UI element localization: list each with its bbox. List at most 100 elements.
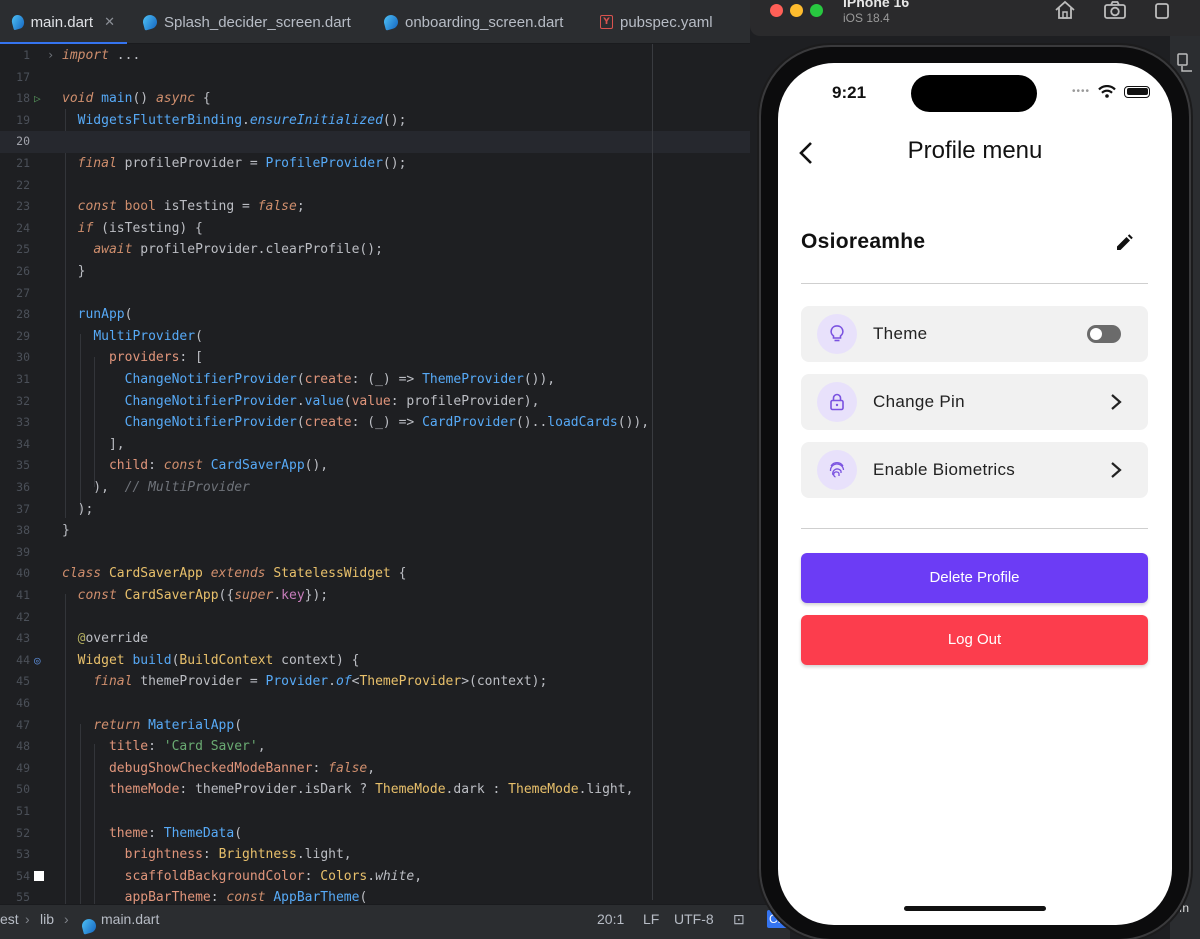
tab-label: pubspec.yaml (620, 13, 713, 31)
tab-splash-decider[interactable]: Splash_decider_screen.dart (131, 0, 363, 44)
code-line: 24 if (isTesting) { (16, 220, 203, 236)
yaml-file-icon: Y (600, 15, 613, 29)
signal-icon: •••• (1071, 86, 1090, 97)
code-line: 55 appBarTheme: const AppBarTheme( (16, 890, 368, 904)
code-line: 1 › import ... (0, 45, 750, 67)
code-line: 17 (16, 69, 30, 84)
home-indicator (904, 906, 1046, 911)
code-line: 26 } (16, 264, 86, 279)
notifications-icon[interactable]: ⊡ (733, 905, 745, 939)
code-line: 47 return MaterialApp( (16, 717, 243, 733)
dart-file-icon (382, 13, 400, 31)
code-line: 38} (16, 523, 70, 539)
delete-profile-button[interactable]: Delete Profile (801, 553, 1148, 603)
edit-pencil-icon[interactable] (1114, 233, 1134, 253)
battery-icon (1124, 85, 1150, 98)
code-line: 32 ChangeNotifierProvider.value(value: p… (16, 393, 540, 409)
code-editor[interactable]: 1 › import ... 17 18 ▷ void main() async { 1… (0, 44, 750, 904)
breadcrumb-root[interactable]: est (0, 905, 19, 939)
fn-key-label: fn (1179, 901, 1190, 915)
code-line: 52 theme: ThemeData( (16, 825, 243, 841)
screenshot-icon[interactable] (1103, 0, 1127, 22)
code-line: 45 final themeProvider = Provider.of<The… (16, 674, 548, 690)
home-icon[interactable] (1053, 0, 1077, 22)
fold-icon[interactable]: › (47, 45, 54, 67)
code-line: 44 ◎ Widget build(BuildContext context) { (0, 650, 750, 672)
breadcrumb-file[interactable]: main.dart (101, 905, 159, 939)
tab-label: Splash_decider_screen.dart (164, 13, 351, 31)
page-title: Profile menu (907, 137, 1043, 164)
rotate-icon[interactable] (1150, 0, 1174, 22)
close-window-button[interactable] (770, 4, 783, 17)
dart-file-icon (80, 914, 98, 935)
code-line: 50 themeMode: themeProvider.isDark ? The… (16, 782, 634, 798)
code-line: 21 final profileProvider = ProfileProvid… (16, 156, 407, 171)
simulator-title-bar (750, 0, 1200, 36)
file-encoding[interactable]: UTF-8 (674, 905, 714, 939)
cursor-position[interactable]: 20:1 (597, 905, 624, 939)
code-line: 29 MultiProvider( (16, 328, 203, 344)
minimize-window-button[interactable] (790, 4, 803, 17)
chevron-right-icon (1111, 462, 1122, 478)
profile-name: Osioreamhe (801, 230, 926, 253)
zoom-window-button[interactable] (810, 4, 823, 17)
code-line: 43 @override (16, 631, 149, 647)
chevron-right-icon: › (64, 911, 69, 927)
tab-onboarding[interactable]: onboarding_screen.dart (372, 0, 575, 44)
tab-pubspec[interactable]: Y pubspec.yaml (588, 0, 725, 44)
code-line: 49 debugShowCheckedModeBanner: false, (16, 760, 376, 776)
tab-label: onboarding_screen.dart (405, 13, 564, 31)
close-icon[interactable]: ✕ (104, 14, 115, 30)
lightbulb-icon (817, 314, 857, 354)
code-line: 41 const CardSaverApp({super.key}); (16, 588, 329, 603)
code-line: 22 (16, 177, 30, 192)
menu-item-label: Theme (873, 324, 928, 343)
code-line: 18 ▷ void main() async { (0, 88, 750, 110)
code-line: 27 (16, 285, 30, 300)
iphone-screen[interactable]: 9:21 •••• Profile menu Osioreamhe Theme … (778, 63, 1172, 925)
line-ending[interactable]: LF (643, 905, 659, 939)
menu-item-label: Enable Biometrics (873, 460, 1016, 479)
status-time: 9:21 (832, 83, 867, 102)
log-out-button[interactable]: Log Out (801, 615, 1148, 665)
code-line-current: 20 (0, 131, 750, 153)
code-line: 25 await profileProvider.clearProfile(); (16, 242, 383, 258)
code-line: 33 ChangeNotifierProvider(create: (_) =>… (16, 415, 650, 431)
ide-status-bar: est › lib › main.dart 20:1 LF UTF-8 ⊡ CN (0, 904, 790, 939)
run-icon[interactable]: ▷ (34, 88, 41, 110)
code-line: 30 providers: [ (16, 350, 203, 366)
chevron-right-icon (1111, 394, 1122, 410)
code-line: 36 ), // MultiProvider (16, 480, 250, 495)
lock-icon (817, 382, 857, 422)
tab-label: main.dart (30, 13, 94, 31)
chevron-right-icon: › (25, 911, 30, 927)
status-icons: •••• (1072, 85, 1150, 98)
fingerprint-icon (817, 450, 857, 490)
right-margin-guide (652, 44, 653, 900)
tab-main-dart[interactable]: main.dart ✕ (0, 0, 127, 45)
editor-tab-bar: main.dart ✕ Splash_decider_screen.dart o… (0, 0, 750, 45)
breadcrumb-lib[interactable]: lib (40, 905, 54, 939)
code-line: 39 (16, 544, 30, 559)
code-line: 54 scaffoldBackgroundColor: Colors.white… (16, 868, 423, 884)
wifi-icon (1098, 85, 1116, 98)
database-icon[interactable] (1176, 52, 1194, 74)
override-icon[interactable]: ◎ (34, 650, 41, 672)
dart-file-icon (10, 13, 26, 31)
divider (801, 528, 1148, 529)
dart-file-icon (141, 13, 159, 31)
dynamic-island (911, 75, 1037, 112)
code-line: 51 (16, 804, 30, 818)
code-line: 42 (16, 609, 30, 624)
divider (801, 283, 1148, 284)
menu-item-change-pin[interactable]: Change Pin (801, 374, 1148, 430)
code-line: 37 ); (16, 501, 94, 517)
menu-item-label: Change Pin (873, 392, 965, 411)
menu-item-enable-biometrics[interactable]: Enable Biometrics (801, 442, 1148, 498)
menu-item-theme[interactable]: Theme (801, 306, 1148, 362)
theme-toggle[interactable] (1087, 325, 1121, 343)
code-line: 23 const bool isTesting = false; (16, 199, 305, 215)
color-swatch-icon[interactable] (34, 870, 44, 881)
code-line: 53 brightness: Brightness.light, (16, 847, 352, 863)
simulator-os-version: iOS 18.4 (843, 11, 890, 25)
